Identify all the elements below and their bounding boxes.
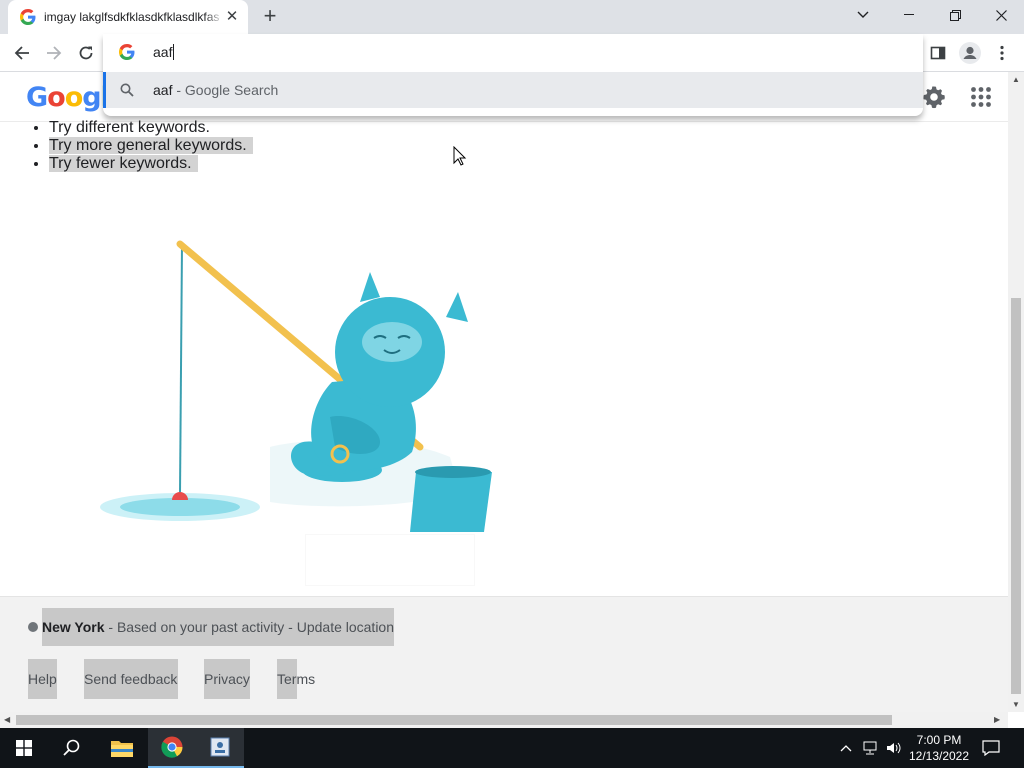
menu-dots-icon[interactable]: [987, 38, 1017, 68]
update-location-link[interactable]: Update location: [297, 619, 394, 635]
scroll-up-icon[interactable]: ▲: [1012, 75, 1020, 84]
chrome-icon[interactable]: [148, 728, 196, 768]
location-dot-icon: [28, 622, 38, 632]
suggestion-text: aaf - Google Search: [153, 82, 278, 98]
location-detail: - Based on your past activity -: [104, 619, 297, 635]
tip-text: Try different keywords.: [49, 119, 210, 136]
chevron-down-icon[interactable]: [840, 0, 886, 30]
forward-icon[interactable]: [39, 38, 69, 68]
reload-icon[interactable]: [71, 38, 101, 68]
suggestion-suffix: Google Search: [184, 82, 279, 98]
vertical-scrollbar[interactable]: ▲ ▼: [1008, 72, 1024, 712]
apps-grid-icon[interactable]: [970, 86, 992, 108]
window-close-icon[interactable]: [978, 0, 1024, 30]
minimize-icon[interactable]: [886, 0, 932, 30]
tab-strip: imgay lakglfsdkfklasdkfklasdlkfasdlkfals…: [0, 0, 1024, 34]
omnibox-popup: aaf aaf - Google Search: [103, 34, 923, 116]
address-input-value: aaf: [153, 44, 173, 60]
windows-taskbar: 7:00 PM 12/13/2022: [0, 728, 1024, 768]
address-input[interactable]: aaf: [153, 44, 175, 60]
google-favicon: [119, 44, 135, 60]
gear-icon[interactable]: [922, 85, 946, 109]
list-item: Try different keywords.: [49, 119, 253, 137]
windows-start-icon[interactable]: [0, 728, 48, 768]
suggestion-separator: -: [172, 82, 185, 98]
taskbar-search-icon[interactable]: [48, 728, 96, 768]
logo-letter: o: [47, 82, 66, 113]
close-icon[interactable]: ✕: [224, 9, 240, 25]
search-icon: [120, 83, 134, 97]
text-caret: [173, 44, 175, 60]
tray-chevron-icon[interactable]: [834, 728, 858, 768]
page-viewport: Googl Try different keywords. Try more g…: [0, 72, 1008, 712]
page-footer: New York - Based on your past activity -…: [0, 596, 1008, 712]
footer-link-feedback[interactable]: Send feedback: [84, 659, 178, 699]
plus-icon[interactable]: +: [258, 5, 282, 29]
google-doodle-logo[interactable]: Googl: [26, 82, 110, 113]
clock-date: 12/13/2022: [908, 749, 970, 763]
location-city: New York: [42, 619, 105, 635]
network-icon[interactable]: [858, 728, 882, 768]
footer-link-help[interactable]: Help: [28, 659, 57, 699]
system-clock[interactable]: 7:00 PM 12/13/2022: [906, 732, 972, 764]
profile-icon[interactable]: [955, 38, 985, 68]
location-text: New York - Based on your past activity -…: [42, 608, 395, 646]
browser-tab[interactable]: imgay lakglfsdkfklasdkfklasdlkfasdlkfals…: [8, 0, 248, 34]
file-explorer-icon[interactable]: [98, 728, 146, 768]
tip-text: Try fewer keywords.: [49, 155, 198, 172]
location-bar: New York - Based on your past activity -…: [28, 608, 395, 646]
footer-link-terms[interactable]: Terms: [277, 659, 315, 699]
back-icon[interactable]: [7, 38, 37, 68]
search-tips-list: Try different keywords. Try more general…: [49, 119, 253, 173]
list-item: Try more general keywords.: [49, 137, 253, 155]
volume-icon[interactable]: [882, 728, 906, 768]
yeti-fishing-illustration: [100, 240, 492, 532]
faded-toolbar-overlay: [305, 534, 475, 586]
tip-text: Try more general keywords.: [49, 137, 253, 154]
horizontal-scrollbar[interactable]: ◀ ▶: [0, 712, 1008, 728]
clock-time: 7:00 PM: [916, 733, 962, 747]
notification-icon[interactable]: [968, 728, 1014, 768]
logo-letter: G: [26, 82, 48, 113]
logo-letter: o: [64, 82, 84, 113]
scroll-down-icon[interactable]: ▼: [1012, 700, 1020, 709]
horizontal-scroll-thumb[interactable]: [16, 715, 892, 725]
omnibox-suggestion[interactable]: aaf - Google Search: [103, 72, 923, 108]
tab-title-fade: [204, 6, 224, 28]
address-bar[interactable]: aaf: [103, 34, 923, 70]
app-icon[interactable]: [196, 728, 244, 768]
footer-link-privacy[interactable]: Privacy: [204, 659, 250, 699]
logo-letter: g: [82, 82, 101, 113]
suggestion-query: aaf: [153, 82, 173, 98]
scroll-left-icon[interactable]: ◀: [4, 715, 10, 724]
google-favicon: [20, 9, 36, 25]
vertical-scroll-thumb[interactable]: [1011, 298, 1021, 694]
restore-icon[interactable]: [932, 0, 978, 30]
scroll-right-icon[interactable]: ▶: [994, 715, 1000, 724]
mouse-cursor-icon: [453, 146, 467, 166]
tab-title: imgay lakglfsdkfklasdkfklasdlkfasdlkfals…: [44, 10, 220, 24]
list-item: Try fewer keywords.: [49, 155, 253, 173]
side-panel-icon[interactable]: [923, 38, 953, 68]
